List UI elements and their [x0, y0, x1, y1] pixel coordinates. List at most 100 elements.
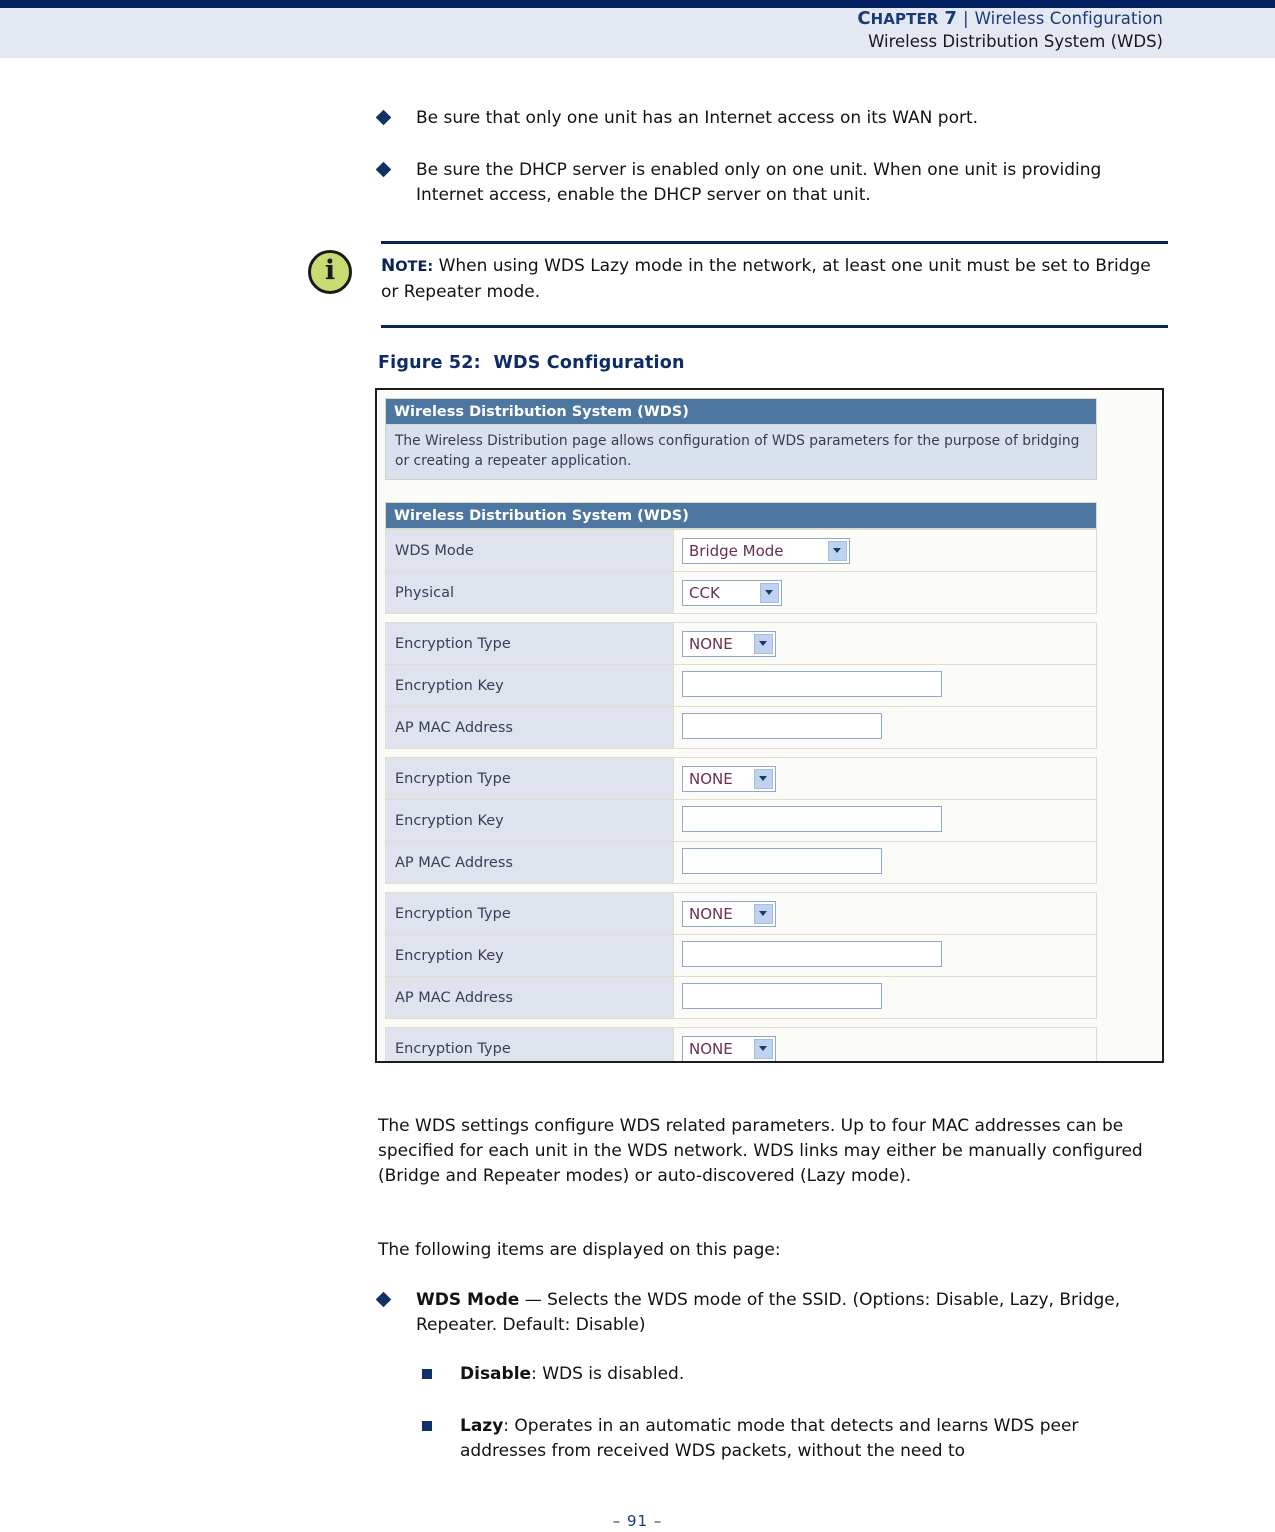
table-group-spacer: [385, 748, 1097, 758]
body-paragraph-2: The following items are displayed on thi…: [378, 1240, 781, 1260]
list-item: Be sure that only one unit has an Intern…: [375, 106, 1168, 131]
chevron-down-icon[interactable]: [754, 768, 773, 789]
encryption-type-select-4[interactable]: NONE: [682, 1035, 776, 1061]
row-label: Encryption Type: [385, 892, 674, 935]
table-row: WDS Mode Bridge Mode: [385, 529, 1097, 572]
row-value: [673, 976, 1097, 1019]
spacer-cell: [385, 613, 1097, 623]
row-value: NONE: [673, 622, 1097, 665]
table-row: Encryption Type NONE: [385, 622, 1097, 665]
encryption-type-select-3-value: NONE: [689, 904, 733, 923]
row-value: [673, 841, 1097, 884]
row-label: Encryption Key: [385, 934, 674, 977]
row-label: AP MAC Address: [385, 706, 674, 749]
spacer-cell: [385, 748, 1097, 758]
section-title-bar: Wireless Distribution System (WDS): [385, 502, 1097, 529]
wds-settings-table: WDS Mode Bridge Mode Physical CCK Encryp…: [385, 529, 1097, 1061]
table-row: Encryption Type NONE: [385, 757, 1097, 800]
list-item-text: Be sure the DHCP server is enabled only …: [416, 160, 1102, 205]
wds-config-panel: Wireless Distribution System (WDS) The W…: [385, 398, 1097, 1061]
row-label: Physical: [385, 571, 674, 614]
spacer-cell: [385, 883, 1097, 893]
figure-caption-title: WDS Configuration: [493, 353, 685, 373]
note-text: When using WDS Lazy mode in the network,…: [381, 256, 1151, 302]
list-item-disable: Disable: WDS is disabled.: [422, 1362, 1162, 1387]
ap-mac-address-input-3[interactable]: [682, 982, 882, 1009]
encryption-key-input-1[interactable]: [682, 670, 942, 697]
square-bullet-icon: [422, 1421, 432, 1431]
table-row: Encryption Key: [385, 934, 1097, 977]
list-item: Be sure the DHCP server is enabled only …: [375, 158, 1168, 208]
table-row: Physical CCK: [385, 571, 1097, 614]
panel-description: The Wireless Distribution page allows co…: [385, 425, 1097, 480]
row-value: NONE: [673, 1027, 1097, 1061]
header-section-title: Wireless Configuration: [974, 9, 1163, 28]
row-label: Encryption Key: [385, 664, 674, 707]
encryption-type-select-3[interactable]: NONE: [682, 900, 776, 927]
table-row: Encryption Type NONE: [385, 1027, 1097, 1061]
table-row: AP MAC Address: [385, 706, 1097, 749]
encryption-type-select-4-value: NONE: [689, 1039, 733, 1058]
spacer-cell: [385, 1018, 1097, 1028]
diamond-bullet-icon: [375, 1291, 392, 1308]
physical-select[interactable]: CCK: [682, 579, 782, 606]
note-label-rest: OTE:: [395, 259, 434, 275]
panel-title-bar: Wireless Distribution System (WDS): [385, 398, 1097, 425]
list-item-lazy: Lazy: Operates in an automatic mode that…: [422, 1414, 1162, 1464]
table-row: Encryption Key: [385, 799, 1097, 842]
wds-settings-table-body: WDS Mode Bridge Mode Physical CCK Encryp…: [385, 529, 1097, 1061]
chevron-down-icon[interactable]: [754, 633, 773, 654]
table-row: AP MAC Address: [385, 841, 1097, 884]
page-number: – 91 –: [612, 1512, 663, 1530]
term-lazy: Lazy: [460, 1416, 504, 1436]
panel-gap: [385, 480, 1097, 502]
term-wds-mode: WDS Mode: [416, 1290, 520, 1310]
row-value: [673, 664, 1097, 707]
encryption-type-select-2[interactable]: NONE: [682, 765, 776, 792]
row-value: CCK: [673, 571, 1097, 614]
physical-select-value: CCK: [689, 583, 720, 602]
row-value: Bridge Mode: [673, 529, 1097, 572]
definition-lazy: : Operates in an automatic mode that det…: [460, 1416, 1079, 1461]
chevron-down-icon[interactable]: [760, 582, 779, 603]
row-label: AP MAC Address: [385, 841, 674, 884]
row-label: WDS Mode: [385, 529, 674, 572]
note-label-initial: N: [381, 256, 396, 276]
ap-mac-address-input-2[interactable]: [682, 847, 882, 874]
row-value: NONE: [673, 757, 1097, 800]
list-item-wds-mode: WDS Mode — Selects the WDS mode of the S…: [375, 1288, 1168, 1338]
encryption-key-input-2[interactable]: [682, 805, 942, 832]
definition-disable: : WDS is disabled.: [531, 1364, 685, 1384]
figure-wds-configuration: Wireless Distribution System (WDS) The W…: [375, 388, 1164, 1063]
list-item-text: Lazy: Operates in an automatic mode that…: [460, 1414, 1162, 1464]
list-item-text: Be sure that only one unit has an Intern…: [416, 108, 979, 128]
encryption-type-select-2-value: NONE: [689, 769, 733, 788]
info-icon-glyph: i: [324, 255, 336, 286]
info-icon: i: [308, 250, 356, 298]
list-item-text: WDS Mode — Selects the WDS mode of the S…: [416, 1288, 1168, 1338]
diamond-bullet-icon: [375, 109, 392, 126]
row-label: Encryption Type: [385, 757, 674, 800]
row-label: AP MAC Address: [385, 976, 674, 1019]
chapter-label: CHAPTER 7: [857, 8, 957, 29]
note-label: NOTE:: [381, 256, 433, 276]
encryption-key-input-3[interactable]: [682, 940, 942, 967]
ap-mac-address-input-1[interactable]: [682, 712, 882, 739]
chevron-down-icon[interactable]: [754, 1038, 773, 1059]
table-row: Encryption Key: [385, 664, 1097, 707]
wds-mode-select[interactable]: Bridge Mode: [682, 537, 850, 564]
diamond-bullet-icon: [375, 161, 392, 178]
chevron-down-icon[interactable]: [754, 903, 773, 924]
wds-mode-select-value: Bridge Mode: [689, 541, 784, 560]
page-header-chapter-line: CHAPTER 7 | Wireless Configuration: [857, 8, 1163, 30]
row-value: NONE: [673, 892, 1097, 935]
body-paragraph-1: The WDS settings configure WDS related p…: [378, 1116, 1143, 1186]
note-top-rule: [381, 241, 1168, 244]
chevron-down-icon[interactable]: [828, 540, 847, 561]
encryption-type-select-1[interactable]: NONE: [682, 630, 776, 657]
figure-caption-prefix: Figure 52:: [378, 353, 481, 373]
row-label: Encryption Type: [385, 622, 674, 665]
row-label: Encryption Type: [385, 1027, 674, 1061]
chapter-label-rest: HAPTER: [870, 10, 939, 28]
table-group-spacer: [385, 883, 1097, 893]
